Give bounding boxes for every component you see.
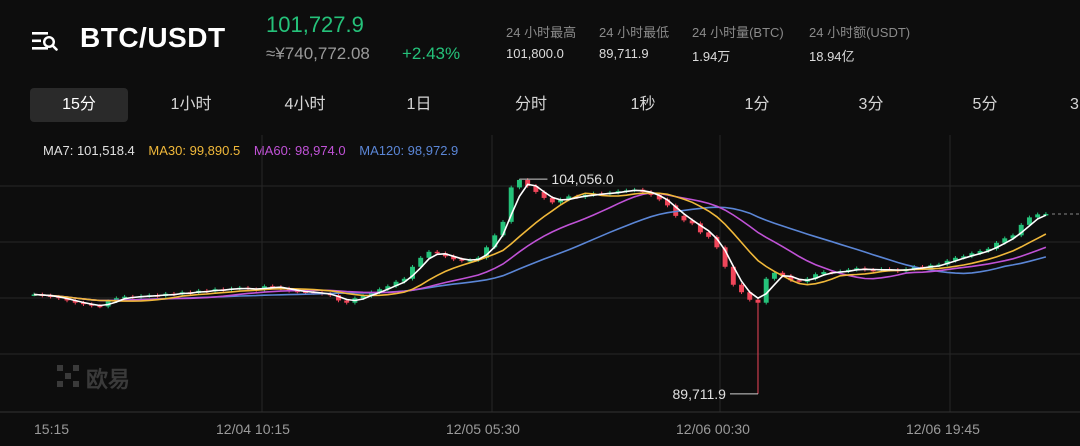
x-axis-tick-label: 12/05 05:30 bbox=[446, 421, 520, 437]
candle-body bbox=[796, 280, 802, 282]
tab-1s[interactable]: 1秒 bbox=[598, 88, 688, 122]
exchange-watermark: 欧易 bbox=[86, 367, 131, 392]
candle-body bbox=[1035, 214, 1041, 218]
tab-5m[interactable]: 5分 bbox=[940, 88, 1030, 122]
x-axis-tick-label: 12/06 19:45 bbox=[906, 421, 980, 437]
candle-body bbox=[516, 179, 522, 188]
kline-chart[interactable]: 104,056.0 89,711.9 15:15 12/04 10:15 12/05 0… bbox=[0, 130, 1080, 446]
tab-1d[interactable]: 1日 bbox=[374, 88, 464, 122]
ma60-line bbox=[34, 192, 1047, 302]
tab-more-cutoff[interactable]: 3 bbox=[1070, 88, 1080, 122]
candle-body bbox=[739, 284, 744, 293]
ma7-line bbox=[34, 183, 1047, 307]
tab-1h[interactable]: 1小时 bbox=[146, 88, 236, 122]
cny-price: ≈¥740,772.08 bbox=[266, 44, 370, 63]
x-axis-tick-label: 15:15 bbox=[34, 421, 69, 437]
tab-1m[interactable]: 1分 bbox=[712, 88, 802, 122]
stat-label: 24 小时额(USDT) bbox=[809, 25, 911, 40]
candle-body bbox=[344, 300, 350, 303]
stat-value: 89,711.9 bbox=[599, 46, 649, 61]
ma30-line bbox=[34, 192, 1047, 302]
tab-time-share[interactable]: 分时 bbox=[486, 88, 576, 122]
tab-15m[interactable]: 15分 bbox=[30, 88, 128, 122]
stat-label: 24 小时最高 bbox=[506, 25, 577, 40]
stat-label: 24 小时量(BTC) bbox=[692, 25, 784, 40]
price-change-percent: +2.43% bbox=[402, 44, 461, 63]
stat-value: 18.94亿 bbox=[809, 49, 855, 64]
candle-body bbox=[426, 251, 432, 258]
candle-body bbox=[755, 299, 761, 303]
ticker-header: BTC/USDT 101,727.9 ≈¥740,772.08 +2.43% 2… bbox=[0, 0, 1080, 86]
stat-label: 24 小时最低 bbox=[599, 25, 670, 40]
stat-24h-high: 24 小时最高 101,800.0 bbox=[506, 22, 576, 61]
okx-logo-icon bbox=[57, 365, 79, 387]
stat-value: 1.94万 bbox=[692, 49, 731, 64]
candle-body bbox=[771, 272, 777, 279]
stat-24h-volume-btc: 24 小时量(BTC) 1.94万 bbox=[692, 22, 784, 65]
stat-value: 101,800.0 bbox=[506, 46, 564, 61]
x-axis-tick-label: 12/04 10:15 bbox=[216, 421, 290, 437]
last-price: 101,727.9 bbox=[266, 12, 364, 37]
tab-3m[interactable]: 3分 bbox=[826, 88, 916, 122]
stat-24h-turnover-usdt: 24 小时额(USDT) 18.94亿 bbox=[809, 22, 910, 65]
tab-4h[interactable]: 4小时 bbox=[260, 88, 350, 122]
candle-body bbox=[681, 215, 687, 221]
x-axis-tick-label: 12/06 00:30 bbox=[676, 421, 750, 437]
stat-24h-low: 24 小时最低 89,711.9 bbox=[599, 22, 669, 61]
ma120-line bbox=[34, 206, 1047, 302]
trading-pair-title[interactable]: BTC/USDT bbox=[80, 22, 226, 54]
list-search-icon[interactable] bbox=[32, 30, 58, 52]
low-price-label: 89,711.9 bbox=[673, 386, 727, 402]
high-price-label: 104,056.0 bbox=[551, 171, 613, 187]
interval-tabs: 15分 1小时 4小时 1日 分时 1秒 1分 3分 5分 3 bbox=[0, 88, 1080, 122]
candle-body bbox=[434, 251, 440, 254]
